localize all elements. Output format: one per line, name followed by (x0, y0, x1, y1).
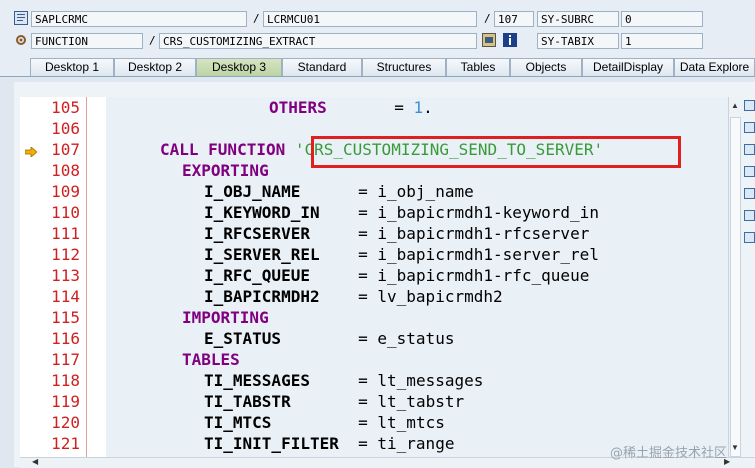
debugger-header: SAPLCRMC / LCRMCU01 / 107 SY-SUBRC 0 FUN… (0, 0, 755, 56)
line-number: 114 (51, 287, 80, 306)
tab-data-explorer[interactable]: Data Explore (674, 58, 755, 76)
line-number: 112 (51, 245, 80, 264)
line-number: 117 (51, 350, 80, 369)
scroll-left-icon[interactable]: ◀ (32, 457, 38, 466)
line-number: 106 (51, 119, 80, 138)
code-line: I_BAPICRMDH2 = lv_bapicrmdh2 (204, 287, 503, 306)
tab-structures[interactable]: Structures (362, 58, 446, 76)
code-line: I_SERVER_REL = i_bapicrmdh1-server_rel (204, 245, 599, 264)
code-line: IMPORTING (182, 308, 269, 327)
line-number-field[interactable]: 107 (494, 11, 534, 27)
object-type-field[interactable]: FUNCTION (31, 33, 143, 49)
code-line: TI_MESSAGES = lt_messages (204, 371, 484, 390)
line-number: 109 (51, 182, 80, 201)
toolbar-button[interactable] (744, 232, 755, 243)
toolbar-button[interactable] (744, 210, 755, 221)
code-line: TABLES (182, 350, 240, 369)
line-number: 118 (51, 371, 80, 390)
vertical-scrollbar[interactable]: ▲ ▼ (728, 97, 743, 457)
highlight-box (311, 136, 681, 168)
line-number: 107 (51, 140, 80, 159)
toolbar-button[interactable] (744, 166, 755, 177)
sysfield-value-1[interactable]: 0 (621, 11, 703, 27)
code-line: TI_INIT_FILTER = ti_range (204, 434, 455, 453)
code-line: I_OBJ_NAME = i_obj_name (204, 182, 474, 201)
toolbar-button[interactable] (744, 144, 755, 155)
function-name-field[interactable]: CRS_CUSTOMIZING_EXTRACT (159, 33, 477, 49)
line-number: 115 (51, 308, 80, 327)
line-number: 108 (51, 161, 80, 180)
line-number: 119 (51, 392, 80, 411)
slash: / (149, 34, 156, 47)
source-code-editor[interactable]: OTHERS = 1. CALL FUNCTION 'CRS_CUSTOMIZI… (20, 97, 728, 457)
sysfield-name-1[interactable]: SY-SUBRC (537, 11, 619, 27)
sysfield-value-2[interactable]: 1 (621, 33, 703, 49)
info-icon[interactable] (503, 33, 517, 47)
code-line: I_RFC_QUEUE = i_bapicrmdh1-rfc_queue (204, 266, 590, 285)
include-field[interactable]: LCRMCU01 (263, 11, 477, 27)
code-line: TI_MTCS = lt_mtcs (204, 413, 445, 432)
header-row-program: SAPLCRMC / LCRMCU01 / 107 SY-SUBRC 0 (0, 10, 755, 30)
code-line: TI_TABSTR = lt_tabstr (204, 392, 465, 411)
tab-desktop-2[interactable]: Desktop 2 (114, 58, 196, 76)
code-line: I_KEYWORD_IN = i_bapicrmdh1-keyword_in (204, 203, 599, 222)
toolbar-button[interactable] (744, 122, 755, 133)
code-line: OTHERS = 1. (269, 98, 433, 117)
line-number: 113 (51, 266, 80, 285)
code-line: E_STATUS = e_status (204, 329, 455, 348)
program-field[interactable]: SAPLCRMC (31, 11, 247, 27)
program-icon (14, 11, 28, 25)
tab-detaildisplay[interactable]: DetailDisplay (582, 58, 674, 76)
code-area[interactable]: OTHERS = 1. CALL FUNCTION 'CRS_CUSTOMIZI… (106, 97, 728, 457)
tab-tables[interactable]: Tables (446, 58, 510, 76)
tab-desktop-1[interactable]: Desktop 1 (30, 58, 114, 76)
code-line: EXPORTING (182, 161, 269, 180)
toolbar-button[interactable] (744, 100, 755, 111)
line-number: 120 (51, 413, 80, 432)
function-icon (14, 33, 28, 47)
scroll-down-icon[interactable]: ▼ (731, 443, 739, 452)
watermark: @稀土掘金技术社区 (610, 446, 728, 461)
current-line-arrow-icon (24, 146, 38, 160)
line-number: 105 (51, 98, 80, 117)
line-number: 110 (51, 203, 80, 222)
edit-icon[interactable] (482, 33, 496, 47)
desktop-tab-strip: Desktop 1 Desktop 2 Desktop 3 Standard S… (0, 56, 755, 77)
tab-desktop-3[interactable]: Desktop 3 (196, 58, 282, 76)
line-number: 111 (51, 224, 80, 243)
scroll-up-icon[interactable]: ▲ (731, 101, 739, 110)
toolbar-button[interactable] (744, 188, 755, 199)
tab-objects[interactable]: Objects (510, 58, 582, 76)
header-row-function: FUNCTION / CRS_CUSTOMIZING_EXTRACT SY-TA… (0, 32, 755, 52)
code-line: I_RFCSERVER = i_bapicrmdh1-rfcserver (204, 224, 590, 243)
scrollbar-thumb[interactable] (730, 117, 741, 457)
slash: / (253, 12, 260, 25)
slash: / (484, 12, 491, 25)
sysfield-name-2[interactable]: SY-TABIX (537, 33, 619, 49)
line-number: 121 (51, 434, 80, 453)
tab-standard[interactable]: Standard (282, 58, 362, 76)
line-number: 116 (51, 329, 80, 348)
editor-side-toolbar (744, 100, 755, 250)
gutter-divider (86, 97, 87, 457)
